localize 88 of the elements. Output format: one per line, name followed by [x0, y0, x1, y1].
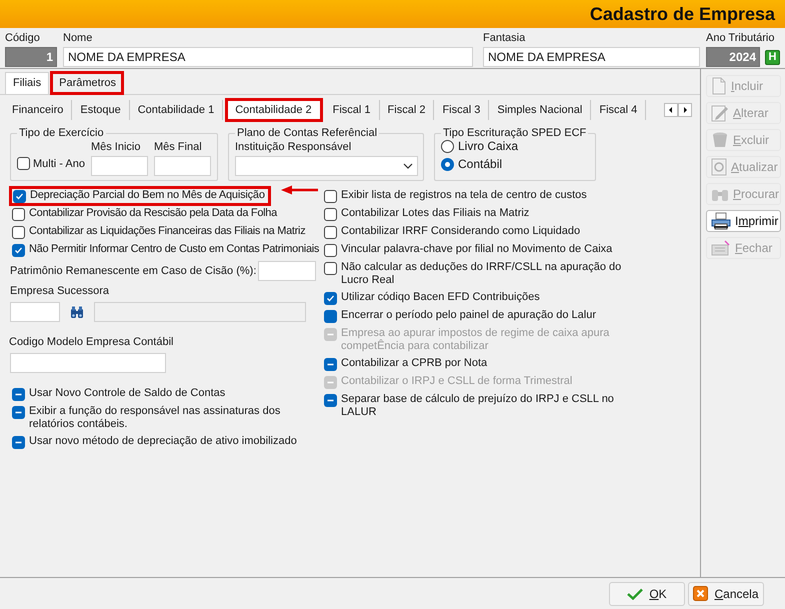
input-field[interactable]: 1: [5, 47, 57, 67]
checkbox[interactable]: [12, 226, 25, 239]
refresh-icon: [711, 158, 727, 176]
subtab[interactable]: Fiscal 1: [324, 100, 380, 120]
input-field[interactable]: 2024: [706, 47, 760, 67]
checkbox[interactable]: [12, 208, 25, 221]
checkbox[interactable]: [12, 244, 25, 257]
checkbox-label: Encerrar o período pelo painel de apuração do Lalur: [341, 309, 596, 322]
input-field[interactable]: [154, 156, 211, 176]
checkbox[interactable]: [324, 292, 337, 305]
checkmark-icon: [627, 588, 644, 600]
checkbox-label: Contabilizar o IRPJ e CSLL de forma Trimestral: [341, 375, 572, 388]
input-field[interactable]: [258, 261, 316, 281]
checkbox[interactable]: [13, 190, 26, 203]
group-title: Tipo de Exercício: [17, 126, 106, 140]
checkbox[interactable]: [324, 262, 337, 275]
checkbox[interactable]: [324, 226, 337, 239]
toolbar-button[interactable]: Imprimir: [706, 210, 781, 232]
checkbox[interactable]: [324, 208, 337, 221]
checkbox-label: Contabilizar Provisão da Rescisão pela Data da Folha: [29, 207, 277, 220]
checkbox[interactable]: [324, 244, 337, 257]
checkbox-label: Depreciação Parcial do Bem no Mês de Aquisição: [30, 189, 265, 202]
radio-button[interactable]: [441, 158, 454, 170]
ok-button[interactable]: OK: [609, 582, 685, 606]
checkbox-label: Multi - Ano: [33, 156, 85, 172]
field-label: Nome: [63, 31, 94, 45]
checkbox-label: Contabilizar IRRF Considerando como Liquidado: [341, 225, 580, 238]
input-field[interactable]: NOME DA EMPRESA: [63, 47, 473, 67]
close-icon: [693, 586, 708, 601]
checkbox-label: Contabilizar as Liquidações Financeiras das Filiais na Matriz: [29, 225, 306, 238]
subtab[interactable]: Contabilidade 1: [130, 100, 224, 120]
checkbox[interactable]: [324, 394, 337, 407]
subtab[interactable]: Fiscal 4: [591, 100, 646, 120]
input-field[interactable]: [10, 353, 166, 373]
keyboard-icon: [711, 240, 731, 256]
checkbox-label: Não calcular as deduções do IRRF/CSLL na apuração do Lucro Real: [341, 261, 622, 287]
checkbox[interactable]: [12, 406, 25, 419]
field-label: Código: [5, 31, 41, 45]
tab[interactable]: Filiais: [5, 72, 50, 94]
field-label: Mês Inicio: [90, 140, 142, 154]
input-field[interactable]: [10, 302, 60, 322]
checkbox[interactable]: [12, 388, 25, 401]
checkbox-label: Vincular palavra-chave por filial no Movimento de Caixa: [341, 243, 612, 256]
field-label: Fantasia: [483, 31, 526, 45]
pencil-icon: [711, 104, 729, 122]
group-title: Tipo Escrituração SPED ECF: [441, 126, 588, 140]
checkbox[interactable]: [324, 358, 337, 371]
input-field[interactable]: NOME DA EMPRESA: [483, 47, 700, 67]
cancel-button[interactable]: Cancela: [688, 582, 764, 606]
checkbox-label: Exibir a função do responsável nas assinaturas dos relatórios contábeis.: [29, 405, 282, 431]
checkbox-label: Contabilizar Lotes das Filiais na Matriz: [341, 207, 530, 220]
subtab[interactable]: Financeiro: [4, 100, 72, 120]
field-label: Patrimônio Remanescente em Caso de Cisão (%):: [10, 264, 256, 279]
subtab[interactable]: Estoque: [72, 100, 130, 120]
radio-label: Livro Caixa: [458, 139, 518, 153]
radio-button[interactable]: [441, 140, 454, 152]
tab[interactable]: Parâmetros: [51, 72, 123, 94]
checkbox-label: Não Permitir Informar Centro de Custo em Contas Patrimoniais: [29, 243, 320, 256]
field-label: Mês Final: [154, 140, 203, 154]
field-label: Codigo Modelo Empresa Contábil: [9, 336, 174, 349]
field-label: Ano Tributário: [706, 31, 776, 45]
checkbox[interactable]: [324, 310, 337, 323]
checkbox[interactable]: [17, 157, 30, 170]
checkbox-label: Separar base de cálculo de prejuízo do IRPJ e CSLL no LALUR: [341, 393, 615, 419]
checkbox[interactable]: [324, 190, 337, 203]
checkbox-label: Usar novo método de depreciação de ativo imobilizado: [29, 435, 297, 448]
input-field[interactable]: [90, 156, 148, 176]
subtab[interactable]: Simples Nacional: [489, 100, 592, 120]
binoculars-icon[interactable]: [70, 306, 84, 318]
subtab[interactable]: Fiscal 2: [380, 100, 434, 120]
checkbox-label: Usar Novo Controle de Saldo de Contas: [29, 387, 226, 400]
checkbox[interactable]: [12, 436, 25, 449]
subtab[interactable]: Fiscal 3: [434, 100, 490, 120]
window-title: Cadastro de Empresa: [0, 0, 785, 28]
printer-icon: [711, 212, 731, 230]
document-icon: [711, 77, 727, 95]
bin-icon: [711, 131, 729, 149]
chevron-down-icon: [403, 163, 413, 169]
radio-label: Contábil: [458, 157, 502, 171]
scroll-left-icon[interactable]: [664, 103, 678, 117]
field-label: Empresa Sucessora: [10, 285, 110, 298]
checkbox-label: Utilizar códiqo Bacen EFD Contribuições: [341, 291, 540, 304]
checkbox-label: Empresa ao apurar impostos de regime de caixa apura competÊncia para contabilizar: [341, 327, 610, 353]
field-label: Instituição Responsável: [235, 140, 352, 154]
checkbox-label: Exibir lista de registros na tela de centro de custos: [341, 189, 587, 202]
scroll-right-icon[interactable]: [678, 103, 692, 117]
checkbox-label: Contabilizar a CPRB por Nota: [341, 357, 488, 370]
subtab[interactable]: Contabilidade 2: [227, 100, 321, 120]
